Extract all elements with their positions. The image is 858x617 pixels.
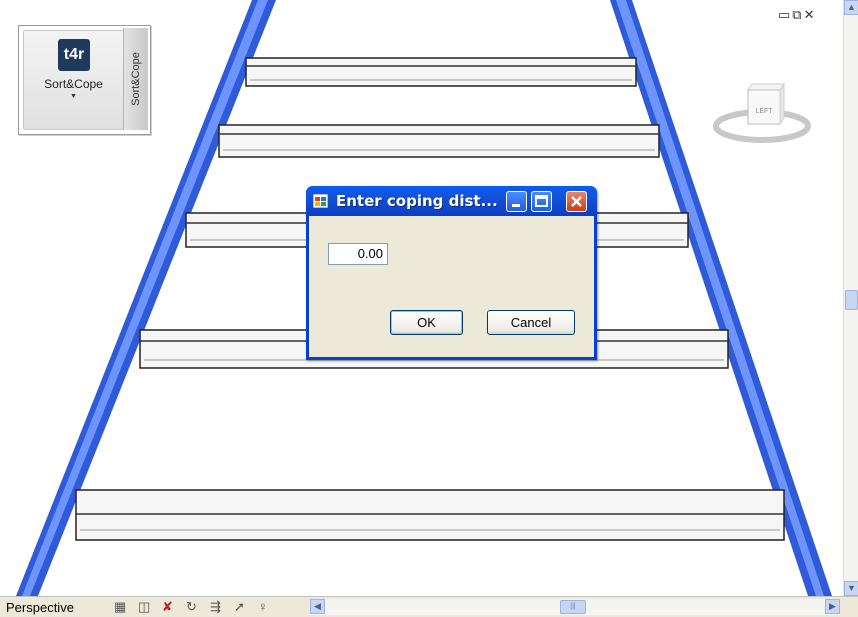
- walk-icon[interactable]: ⇶: [210, 599, 221, 615]
- coping-distance-input[interactable]: 0.00: [328, 243, 388, 265]
- grid-icon[interactable]: ▦: [114, 599, 126, 615]
- ribbon-panel: t4r Sort&Cope ▼ Sort&Cope: [18, 25, 151, 135]
- panel-title-text: Sort&Cope: [130, 52, 142, 106]
- t4r-logo-icon: t4r: [58, 39, 90, 71]
- scroll-right-button[interactable]: ▶: [825, 599, 840, 614]
- light-icon[interactable]: ♀: [258, 599, 268, 615]
- scroll-left-button[interactable]: ◀: [310, 599, 325, 614]
- dialog-maximize-button[interactable]: [531, 191, 552, 212]
- dialog-close-button[interactable]: [566, 191, 587, 212]
- restore-icon[interactable]: ⧉: [792, 7, 803, 22]
- rung-1: [245, 57, 637, 87]
- dropdown-arrow-icon: ▼: [70, 93, 77, 100]
- rung-2: [218, 124, 660, 158]
- fly-icon[interactable]: ➚: [234, 599, 245, 615]
- viewcube-face[interactable]: [747, 89, 781, 125]
- dialog-title: Enter coping dist...: [336, 192, 498, 210]
- dialog-minimize-button[interactable]: [506, 191, 527, 212]
- minimize-icon[interactable]: ▭: [778, 7, 792, 22]
- close-icon[interactable]: ✕: [804, 7, 817, 22]
- viewcube-face-label: LEFT: [755, 108, 773, 115]
- close-icon: [571, 196, 582, 207]
- select-remove-icon[interactable]: ✘: [162, 599, 173, 615]
- viewport-window-controls: ▭⧉✕: [778, 7, 817, 23]
- vertical-scroll-thumb[interactable]: [845, 290, 858, 310]
- scroll-up-button[interactable]: ▲: [844, 0, 858, 15]
- horizontal-scroll-thumb[interactable]: |||: [560, 600, 586, 614]
- vertical-scrollbar[interactable]: ▲ ▼: [843, 0, 858, 596]
- ok-button[interactable]: OK: [390, 310, 463, 335]
- viewcube[interactable]: LEFT: [708, 78, 826, 158]
- panel-title: Sort&Cope: [123, 28, 148, 130]
- dialog-body: 0.00 OK Cancel: [309, 216, 594, 357]
- dialog-titlebar[interactable]: Enter coping dist...: [306, 186, 597, 216]
- horizontal-scrollbar[interactable]: ◀ ||| ▶: [310, 599, 840, 615]
- scroll-down-button[interactable]: ▼: [844, 581, 858, 596]
- sort-cope-button[interactable]: t4r Sort&Cope ▼: [23, 30, 124, 130]
- coping-distance-dialog: Enter coping dist... 0.00 OK Cancel: [306, 186, 597, 360]
- maximize-icon: [535, 195, 548, 207]
- tool-label: Sort&Cope: [44, 77, 103, 91]
- perspective-label[interactable]: Perspective: [6, 600, 74, 615]
- minimize-icon: [512, 204, 520, 207]
- cube-icon[interactable]: ◫: [138, 599, 150, 615]
- orbit-icon[interactable]: ↻: [186, 599, 197, 615]
- rung-5: [75, 489, 785, 541]
- app-window-icon: [313, 194, 328, 208]
- cancel-button[interactable]: Cancel: [487, 310, 575, 335]
- status-bar: Perspective ▦ ◫ ✘ ↻ ⇶ ➚ ♀ ◀ ||| ▶: [0, 596, 858, 617]
